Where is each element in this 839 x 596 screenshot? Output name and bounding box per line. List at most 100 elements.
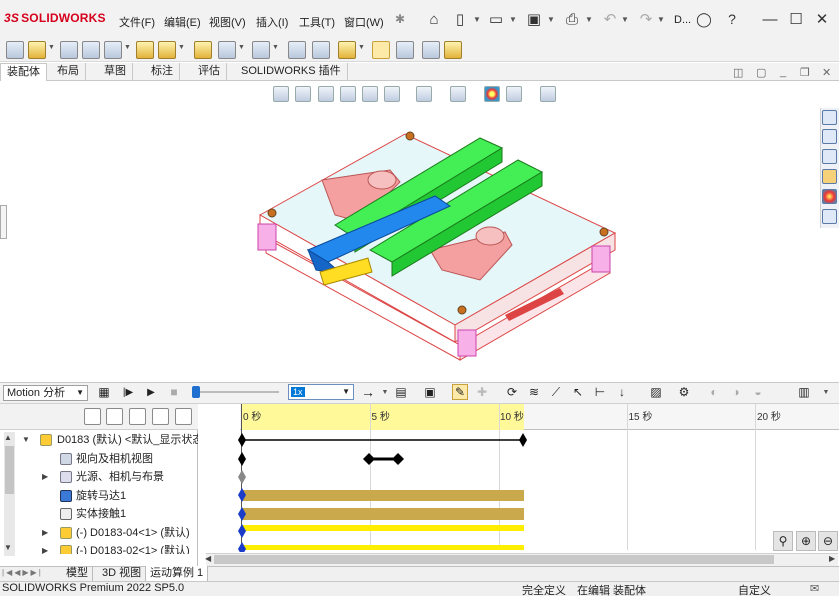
auto-filter-icon[interactable] — [175, 408, 192, 425]
tab-model[interactable]: 模型 — [62, 566, 93, 581]
notification-icon[interactable]: ✉ — [810, 582, 819, 595]
play-icon[interactable]: ▶ — [143, 384, 159, 400]
playback-mode-dropdown-icon[interactable]: ▼ — [377, 384, 393, 400]
features-dropdown-icon[interactable]: ▼ — [238, 44, 245, 51]
exploded-view-icon[interactable] — [338, 41, 356, 59]
redo-dropdown-icon[interactable]: ▼ — [656, 9, 666, 29]
tile-pane-icon[interactable]: ▢ — [756, 66, 766, 79]
pattern-dropdown-icon[interactable]: ▼ — [124, 44, 131, 51]
contact-icon[interactable]: ⊢ — [592, 384, 608, 400]
reference-dropdown-icon[interactable]: ▼ — [272, 44, 279, 51]
show-hidden-icon[interactable] — [194, 41, 212, 59]
timeline-tracks[interactable] — [236, 430, 536, 552]
pane-close-icon[interactable]: ✕ — [822, 66, 831, 79]
panel-expand-handle[interactable] — [0, 205, 7, 239]
simulation-setup-icon[interactable]: ◑ — [728, 384, 744, 400]
calculate-icon[interactable]: ▦ — [96, 384, 112, 400]
move-component-icon[interactable] — [158, 41, 176, 59]
gravity-icon[interactable]: ↓ — [614, 384, 630, 400]
tab-markup[interactable]: 标注 — [145, 63, 180, 81]
playback-slider-thumb[interactable] — [192, 386, 200, 398]
hide-show-items-icon[interactable] — [450, 86, 466, 102]
damper-icon[interactable]: ⟋ — [548, 384, 564, 400]
study-type-select[interactable]: Motion 分析 ▼ — [3, 385, 88, 401]
insert-dropdown-icon[interactable]: ▼ — [48, 44, 55, 51]
force-icon[interactable]: ↖ — [570, 384, 586, 400]
menu-file[interactable]: 文件(F) — [119, 14, 155, 30]
appearances-icon[interactable] — [822, 189, 837, 204]
save-animation-icon[interactable]: ▤ — [393, 384, 409, 400]
redo-icon[interactable]: ↷ — [636, 9, 656, 29]
save-icon[interactable]: ▣ — [524, 9, 544, 29]
open-icon[interactable]: ▭ — [486, 9, 506, 29]
mate-icon[interactable] — [60, 41, 78, 59]
zoom-to-fit-icon[interactable] — [273, 86, 289, 102]
home-icon[interactable]: ⌂ — [424, 9, 444, 29]
account-icon[interactable]: ◯ — [694, 9, 714, 29]
large-assembly-mode-icon[interactable] — [444, 41, 462, 59]
help-icon[interactable]: ? — [722, 9, 742, 29]
simulation-options-icon[interactable]: ◒ — [750, 384, 766, 400]
tab-solidworks-addins[interactable]: SOLIDWORKS 插件 — [235, 63, 348, 81]
linear-pattern-icon[interactable] — [104, 41, 122, 59]
scroll-right-icon[interactable]: ▶ — [829, 554, 835, 563]
print-dropdown-icon[interactable]: ▼ — [584, 9, 594, 29]
play-from-start-icon[interactable]: |▶ — [120, 384, 136, 400]
exploded-dropdown-icon[interactable]: ▼ — [358, 44, 365, 51]
view-settings-icon[interactable] — [540, 86, 556, 102]
smart-fasteners-icon[interactable] — [136, 41, 154, 59]
tree-row-contact[interactable]: 实体接触1 — [0, 505, 198, 523]
pin-icon[interactable]: ✱ — [390, 9, 410, 29]
dynamic-annotation-icon[interactable] — [362, 86, 378, 102]
edit-appearance-icon[interactable] — [484, 86, 500, 102]
new-motion-study-icon[interactable] — [288, 41, 306, 59]
tab-navigation-arrows[interactable]: |◀◀▶▶| — [2, 568, 43, 577]
zoom-to-area-icon[interactable] — [295, 86, 311, 102]
motion-study-properties-icon[interactable]: ⚙ — [676, 384, 692, 400]
previous-view-icon[interactable] — [318, 86, 334, 102]
tree-row-views[interactable]: 视向及相机视图 — [0, 450, 198, 468]
filter-selected-icon[interactable] — [129, 408, 146, 425]
pane-restore-icon[interactable]: ❐ — [800, 66, 810, 79]
menu-window[interactable]: 窗口(W) — [344, 14, 384, 30]
autokey-icon[interactable]: ✎ — [452, 384, 468, 400]
scroll-left-icon[interactable]: ◀ — [205, 554, 211, 563]
design-library-icon[interactable] — [822, 129, 837, 144]
undo-icon[interactable]: ↶ — [600, 9, 620, 29]
bill-of-materials-icon[interactable] — [312, 41, 330, 59]
assembly-features-icon[interactable] — [218, 41, 236, 59]
custom-properties-icon[interactable] — [822, 209, 837, 224]
tab-assembly[interactable]: 装配体 — [0, 63, 47, 81]
add-key-icon[interactable]: ✚ — [474, 384, 490, 400]
close-icon[interactable]: ✕ — [812, 9, 832, 29]
maximize-icon[interactable]: ☐ — [786, 9, 806, 29]
tree-row-assembly[interactable]: ▼ D0183 (默认) <默认_显示状态 — [0, 431, 198, 449]
playback-slider-track[interactable] — [195, 391, 279, 393]
reference-geometry-icon[interactable] — [252, 41, 270, 59]
section-view-icon[interactable] — [340, 86, 356, 102]
timeline-zoom-out-icon[interactable]: ⊖ — [818, 531, 838, 551]
timeline-zoom-fit-icon[interactable]: ⚲ — [773, 531, 793, 551]
new-document-icon[interactable]: ▯ — [450, 9, 470, 29]
animation-wizard-icon[interactable]: ▣ — [422, 384, 438, 400]
minimize-icon[interactable]: — — [760, 9, 780, 29]
take-snapshot-icon[interactable] — [422, 41, 440, 59]
tree-row-lights[interactable]: ▶ 光源、相机与布景 — [0, 468, 198, 486]
view-orientation-icon[interactable] — [384, 86, 400, 102]
tree-row-part-04[interactable]: ▶ (-) D0183-04<1> (默认) — [0, 524, 198, 542]
instant3d-icon[interactable] — [372, 41, 390, 59]
undo-dropdown-icon[interactable]: ▼ — [620, 9, 630, 29]
solidworks-resources-icon[interactable] — [822, 110, 837, 125]
playback-speed-select[interactable]: 1x ▼ — [288, 384, 354, 400]
open-dropdown-icon[interactable]: ▼ — [508, 9, 518, 29]
filter-driving-icon[interactable] — [106, 408, 123, 425]
menu-view[interactable]: 视图(V) — [209, 14, 246, 30]
assembly-model[interactable] — [250, 120, 630, 365]
timeline-scroll-thumb[interactable] — [214, 555, 774, 564]
menu-edit[interactable]: 编辑(E) — [164, 14, 201, 30]
collapse-motion-manager-icon[interactable]: ◐ — [706, 384, 722, 400]
motor-icon[interactable]: ⟳ — [504, 384, 520, 400]
apply-scene-icon[interactable] — [506, 86, 522, 102]
edit-component-icon[interactable] — [6, 41, 24, 59]
tab-sketch[interactable]: 草图 — [98, 63, 133, 81]
